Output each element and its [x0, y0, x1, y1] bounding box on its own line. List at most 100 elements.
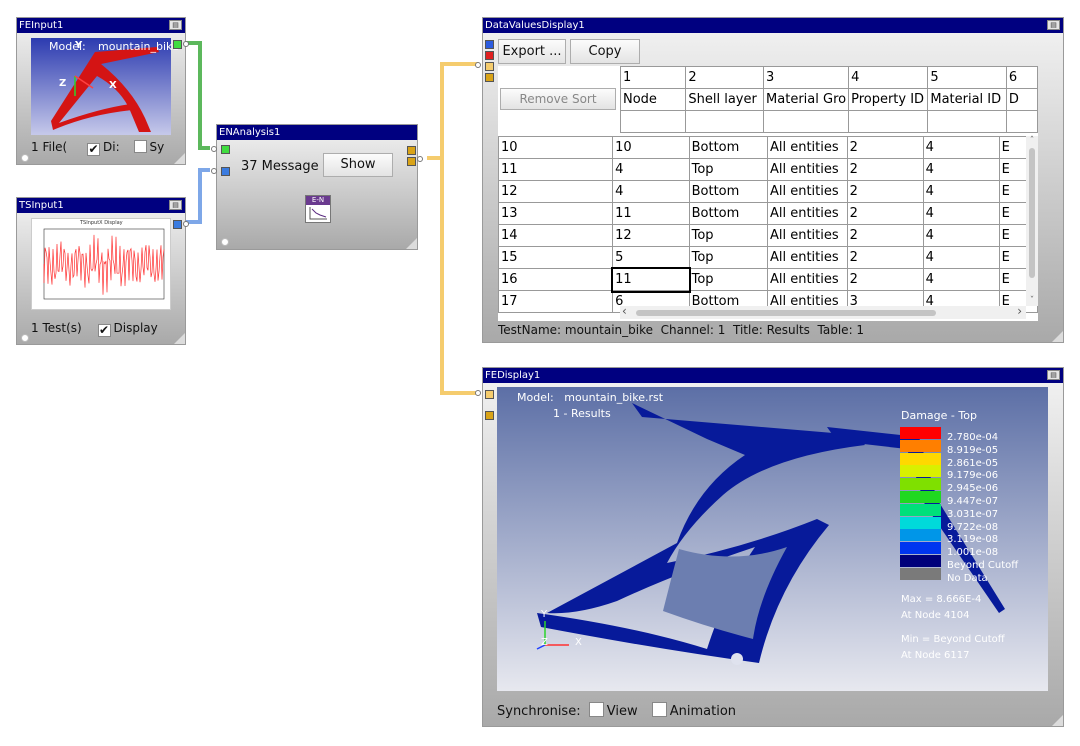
- column-header[interactable]: Material ID: [927, 88, 1007, 111]
- scroll-thumb[interactable]: [636, 310, 936, 316]
- table-cell[interactable]: 2: [846, 136, 924, 159]
- table-cell[interactable]: Top: [688, 246, 768, 269]
- column-number[interactable]: 4: [848, 66, 929, 89]
- row-header[interactable]: 14: [498, 224, 614, 247]
- ts-input-preview[interactable]: TSInputX Display: [31, 218, 171, 310]
- table-cell[interactable]: 4: [612, 180, 690, 203]
- table-row[interactable]: 13 11 Bottom All entities 2 4 E: [498, 202, 1038, 225]
- dv-input-port[interactable]: [485, 51, 494, 60]
- fd-input-pin[interactable]: [475, 390, 481, 396]
- table-cell[interactable]: All entities: [766, 180, 848, 203]
- table-cell[interactable]: Top: [688, 268, 768, 291]
- en-output-pin[interactable]: [417, 156, 423, 162]
- row-header[interactable]: 16: [498, 268, 614, 291]
- table-cell[interactable]: Top: [688, 158, 768, 181]
- fe-input-preview[interactable]: Model: mountain_bike Y Z X: [31, 38, 179, 135]
- en-analysis-node[interactable]: ENAnalysis1 37 Messages Show E-N: [211, 124, 423, 250]
- ts-input-node[interactable]: TSInput1 ▤ TSInputX Display 1 Test(s) ✔ Di…: [16, 197, 189, 345]
- column-number[interactable]: 5: [927, 66, 1007, 89]
- table-cell[interactable]: Bottom: [688, 202, 768, 225]
- en-output-port[interactable]: [407, 157, 416, 166]
- column-header[interactable]: Shell layer: [685, 88, 765, 111]
- scroll-down-icon[interactable]: ˇ: [1026, 296, 1038, 306]
- data-values-titlebar[interactable]: DataValuesDisplay1 ▤: [483, 18, 1063, 33]
- en-input-port-fe[interactable]: [221, 145, 230, 154]
- table-cell[interactable]: 4: [922, 136, 1000, 159]
- table-cell[interactable]: All entities: [766, 246, 848, 269]
- restore-icon[interactable]: ▤: [169, 200, 182, 210]
- data-table-area[interactable]: Remove Sort 1 2 3 4 5 6 Node Shell layer…: [498, 66, 1038, 321]
- fe-display-titlebar[interactable]: FEDisplay1 ▤: [483, 368, 1063, 383]
- table-cell[interactable]: 12: [612, 224, 690, 247]
- ts-output-port[interactable]: [173, 220, 182, 229]
- fe-input-node[interactable]: FEInput1 ▤ Model: mountain_bike Y Z X 1 F…: [16, 17, 189, 165]
- show-messages-button[interactable]: Show: [323, 153, 393, 177]
- scroll-left-icon[interactable]: ‹: [622, 304, 627, 318]
- column-header[interactable]: D: [1005, 88, 1038, 111]
- resize-handle[interactable]: [174, 153, 185, 164]
- filter-cell[interactable]: [619, 110, 687, 133]
- table-cell[interactable]: Top: [688, 224, 768, 247]
- dv-input-port[interactable]: [485, 62, 494, 71]
- vertical-scrollbar[interactable]: ˆ ˇ: [1026, 136, 1038, 306]
- table-cell[interactable]: 10: [612, 136, 690, 159]
- restore-icon[interactable]: ▤: [169, 20, 182, 30]
- fd-input-port[interactable]: [485, 411, 494, 420]
- dv-input-port[interactable]: [485, 73, 494, 82]
- table-row[interactable]: 10 10 Bottom All entities 2 4 E: [498, 136, 1038, 159]
- resize-handle[interactable]: [174, 333, 185, 344]
- export-button[interactable]: Export ...: [498, 39, 566, 64]
- en-input-pin[interactable]: [211, 146, 217, 152]
- column-header[interactable]: Node: [619, 88, 687, 111]
- table-cell[interactable]: 11: [612, 202, 690, 225]
- resize-handle[interactable]: [1052, 715, 1063, 726]
- table-row[interactable]: 12 4 Bottom All entities 2 4 E: [498, 180, 1038, 203]
- row-header[interactable]: 11: [498, 158, 614, 181]
- column-header[interactable]: Material Gro: [763, 88, 850, 111]
- restore-icon[interactable]: ▤: [1047, 370, 1060, 380]
- table-row[interactable]: 14 12 Top All entities 2 4 E: [498, 224, 1038, 247]
- filter-cell[interactable]: [763, 110, 850, 133]
- resize-handle[interactable]: [406, 238, 417, 249]
- filter-cell[interactable]: [685, 110, 765, 133]
- fe-input-titlebar[interactable]: FEInput1 ▤: [17, 18, 185, 33]
- row-header[interactable]: 10: [498, 136, 614, 159]
- column-number[interactable]: 3: [763, 66, 850, 89]
- row-header[interactable]: 17: [498, 290, 614, 313]
- sync-checkbox[interactable]: [133, 140, 147, 153]
- row-header[interactable]: 13: [498, 202, 614, 225]
- en-input-pin[interactable]: [211, 168, 217, 174]
- display-checkbox[interactable]: ✔: [97, 324, 111, 337]
- column-header[interactable]: Property ID: [848, 88, 929, 111]
- column-number[interactable]: 2: [685, 66, 765, 89]
- table-cell[interactable]: 4: [922, 268, 1000, 291]
- fd-input-port[interactable]: [485, 390, 494, 399]
- table-row[interactable]: 15 5 Top All entities 2 4 E: [498, 246, 1038, 269]
- table-cell[interactable]: 11: [610, 266, 692, 293]
- dv-input-pin[interactable]: [475, 62, 481, 68]
- table-cell[interactable]: 2: [846, 268, 924, 291]
- scroll-right-icon[interactable]: ›: [1017, 304, 1022, 318]
- table-cell[interactable]: Bottom: [688, 180, 768, 203]
- dv-input-port[interactable]: [485, 40, 494, 49]
- table-cell[interactable]: 5: [612, 246, 690, 269]
- table-cell[interactable]: 4: [922, 180, 1000, 203]
- remove-sort-button[interactable]: Remove Sort: [500, 88, 616, 110]
- table-cell[interactable]: 4: [922, 224, 1000, 247]
- data-values-node[interactable]: DataValuesDisplay1 ▤ Export ... Copy Remo…: [475, 17, 1064, 343]
- table-cell[interactable]: 4: [612, 158, 690, 181]
- copy-button[interactable]: Copy: [570, 39, 640, 64]
- table-cell[interactable]: All entities: [766, 224, 848, 247]
- table-cell[interactable]: 4: [922, 246, 1000, 269]
- en-analysis-icon[interactable]: E-N: [305, 195, 331, 223]
- filter-cell[interactable]: [848, 110, 929, 133]
- table-cell[interactable]: All entities: [766, 136, 848, 159]
- view-checkbox[interactable]: [588, 702, 604, 717]
- table-cell[interactable]: All entities: [766, 202, 848, 225]
- row-header[interactable]: 12: [498, 180, 614, 203]
- row-header[interactable]: 15: [498, 246, 614, 269]
- scroll-thumb[interactable]: [1029, 148, 1035, 278]
- horizontal-scrollbar[interactable]: ‹ ›: [620, 304, 1026, 319]
- animation-checkbox[interactable]: [651, 702, 667, 717]
- table-cell[interactable]: 2: [846, 158, 924, 181]
